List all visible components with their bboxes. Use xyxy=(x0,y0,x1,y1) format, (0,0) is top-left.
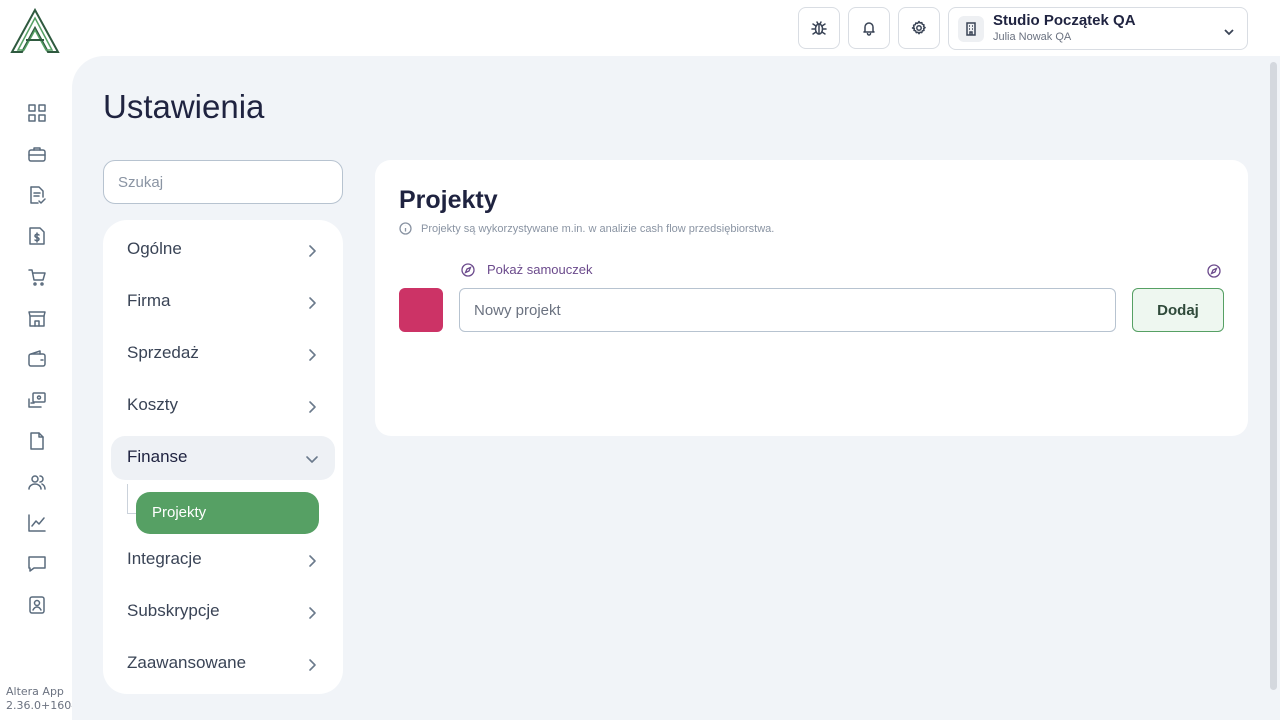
menu-item-label: Finanse xyxy=(127,447,188,466)
tutorial-label: Pokaż samouczek xyxy=(487,262,593,277)
show-tutorial-link[interactable]: Pokaż samouczek xyxy=(461,262,593,277)
notifications-button[interactable] xyxy=(848,7,890,49)
menu-item-integracje[interactable]: Integracje xyxy=(111,538,335,582)
chevron-right-icon xyxy=(305,399,319,413)
settings-menu: Ogólne Firma Sprzedaż Koszty Finanse Pro… xyxy=(103,220,343,694)
menu-item-label: Koszty xyxy=(127,395,179,414)
new-project-input[interactable] xyxy=(459,288,1116,332)
dashboard-icon[interactable] xyxy=(26,102,48,124)
store-icon[interactable] xyxy=(26,307,48,329)
info-icon xyxy=(399,222,412,235)
menu-item-label: Subskrypcje xyxy=(127,601,220,620)
chevron-right-icon xyxy=(305,553,319,567)
menu-item-label: Integracje xyxy=(127,549,202,568)
chevron-right-icon xyxy=(305,657,319,671)
menu-item-ogolne[interactable]: Ogólne xyxy=(111,228,335,272)
menu-item-label: Sprzedaż xyxy=(127,343,199,362)
menu-item-firma[interactable]: Firma xyxy=(111,280,335,324)
bug-report-button[interactable] xyxy=(798,7,840,49)
chevron-down-icon xyxy=(305,451,319,465)
menu-item-label: Ogólne xyxy=(127,239,182,258)
file-icon[interactable] xyxy=(26,430,48,452)
chevron-right-icon xyxy=(305,243,319,257)
chart-line-icon[interactable] xyxy=(26,512,48,534)
menu-item-subskrypcje[interactable]: Subskrypcje xyxy=(111,590,335,634)
bug-icon xyxy=(811,21,827,35)
briefcase-icon[interactable] xyxy=(26,143,48,165)
projects-card: Projekty Projekty są wykorzystywane m.in… xyxy=(375,160,1248,436)
app-name: Altera App xyxy=(6,685,64,698)
invoice-dollar-icon[interactable] xyxy=(26,225,48,247)
info-text: Projekty są wykorzystywane m.in. w anali… xyxy=(421,222,775,235)
compass-icon xyxy=(461,262,475,277)
wallet-icon[interactable] xyxy=(26,348,48,370)
menu-item-koszty[interactable]: Koszty xyxy=(111,384,335,428)
page-title: Ustawienia xyxy=(103,88,265,125)
user-name: Julia Nowak QA xyxy=(993,31,1072,43)
settings-button[interactable] xyxy=(898,7,940,49)
menu-item-finanse[interactable]: Finanse xyxy=(111,436,335,480)
app-version-number: 2.36.0+1604 xyxy=(6,699,79,712)
add-project-button[interactable]: Dodaj xyxy=(1132,288,1224,332)
compass-icon[interactable] xyxy=(1207,263,1221,278)
gear-icon xyxy=(911,20,926,35)
project-color-picker[interactable] xyxy=(399,288,443,332)
search-input[interactable] xyxy=(103,160,343,204)
menu-item-sprzedaz[interactable]: Sprzedaż xyxy=(111,332,335,376)
info-note: Projekty są wykorzystywane m.in. w anali… xyxy=(399,222,774,235)
chevron-right-icon xyxy=(305,605,319,619)
card-title: Projekty xyxy=(399,186,498,214)
chat-icon[interactable] xyxy=(26,553,48,575)
chevron-right-icon xyxy=(305,295,319,309)
menu-item-zaawansowane[interactable]: Zaawansowane xyxy=(111,642,335,686)
money-transfer-icon[interactable] xyxy=(26,389,48,411)
bell-icon xyxy=(863,22,875,36)
chevron-right-icon xyxy=(305,347,319,361)
contact-card-icon[interactable] xyxy=(26,594,48,616)
submenu-item-label: Projekty xyxy=(152,504,207,521)
cart-icon[interactable] xyxy=(26,266,48,288)
menu-item-label: Firma xyxy=(127,291,171,310)
company-name: Studio Początek QA xyxy=(993,12,1136,29)
building-icon xyxy=(958,16,984,42)
document-check-icon[interactable] xyxy=(26,184,48,206)
altera-logo[interactable] xyxy=(10,7,60,54)
company-switcher[interactable]: Studio Początek QA Julia Nowak QA xyxy=(948,7,1248,50)
app-version: Altera App 2.36.0+1604 xyxy=(6,685,78,713)
users-icon[interactable] xyxy=(26,471,48,493)
scrollbar[interactable] xyxy=(1270,62,1277,690)
menu-item-label: Zaawansowane xyxy=(127,653,247,672)
chevron-down-icon xyxy=(1223,23,1235,36)
submenu-item-projekty[interactable]: Projekty xyxy=(136,492,319,534)
